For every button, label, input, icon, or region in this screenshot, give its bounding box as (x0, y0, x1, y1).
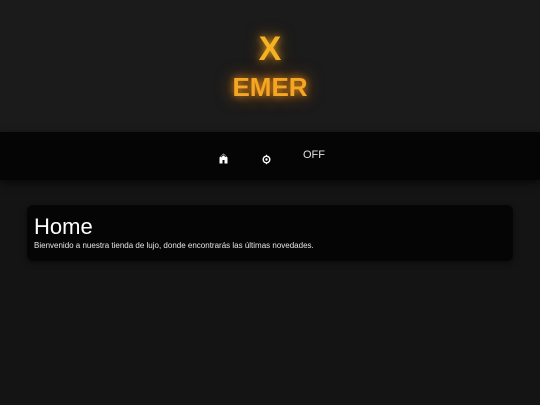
home-card: Home Bienvenido a nuestra tienda de lujo… (27, 205, 513, 261)
site-header: X EMER (0, 0, 540, 132)
page-title: Home (34, 214, 93, 239)
theme-toggle[interactable]: OFF (303, 149, 325, 162)
home-icon[interactable] (219, 151, 228, 164)
logo-text[interactable]: EMER (0, 72, 540, 102)
page-description: Bienvenido a nuestra tienda de lujo, don… (34, 241, 314, 250)
gear-icon[interactable] (262, 152, 271, 165)
logo-mark[interactable]: X (0, 30, 540, 68)
